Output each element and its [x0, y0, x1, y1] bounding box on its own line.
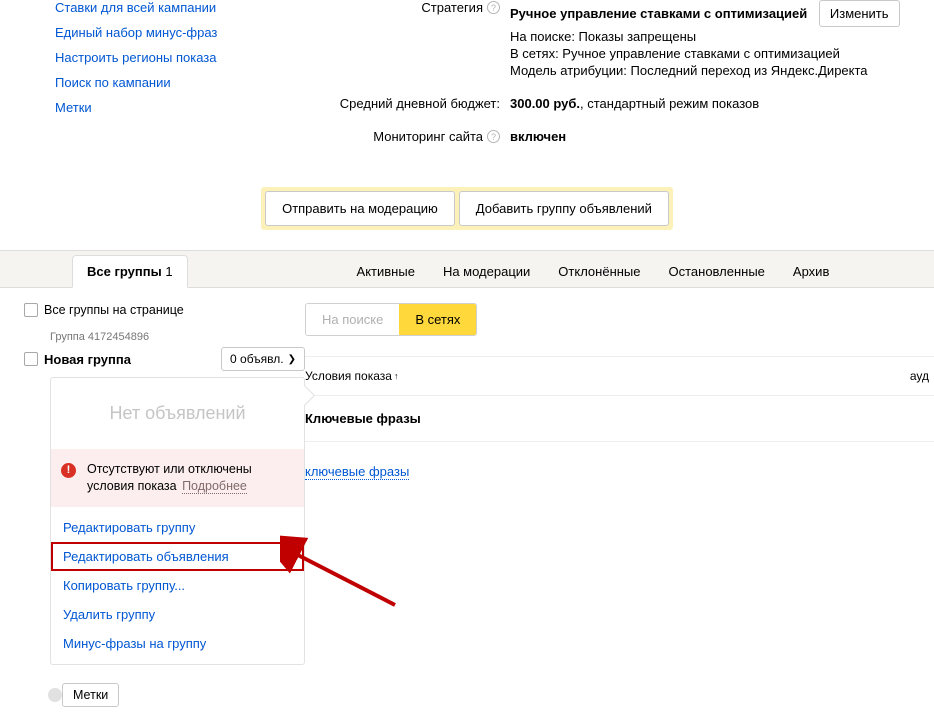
change-strategy-button[interactable]: Изменить	[819, 0, 900, 27]
send-moderation-button[interactable]: Отправить на модерацию	[265, 191, 455, 226]
sidebar-bids[interactable]: Ставки для всей кампании	[55, 0, 216, 15]
tag-icon	[48, 688, 62, 702]
groups-tabbar: Все группы 1 Активные На модерации Откло…	[0, 250, 934, 288]
sidebar-negative-keywords[interactable]: Единый набор минус-фраз	[55, 25, 217, 40]
budget-mode: , стандартный режим показов	[580, 96, 759, 111]
tab-all-groups[interactable]: Все группы 1	[72, 255, 188, 288]
audience-column: ауд	[910, 369, 934, 383]
conditions-title[interactable]: Условия показа	[305, 369, 392, 383]
help-icon[interactable]: ?	[487, 130, 500, 143]
all-groups-label: Все группы на странице	[44, 303, 184, 317]
tab-rejected[interactable]: Отклонённые	[544, 256, 654, 287]
strategy-sub-networks: В сетях: Ручное управление ставками с оп…	[510, 46, 934, 61]
filter-networks[interactable]: В сетях	[399, 304, 476, 335]
no-ads-placeholder: Нет объявлений	[51, 378, 304, 449]
sort-asc-icon: ↑	[394, 371, 399, 381]
sidebar-search[interactable]: Поиск по кампании	[55, 75, 171, 90]
strategy-sub-attribution: Модель атрибуции: Последний переход из Я…	[510, 63, 934, 78]
copy-group-link[interactable]: Копировать группу...	[51, 571, 304, 600]
alert-icon: !	[61, 463, 76, 478]
group-name: Новая группа	[44, 352, 215, 367]
campaign-params: Стратегия ? Ручное управление ставками с…	[335, 0, 934, 162]
group-card: Нет объявлений ! Отсутствуют или отключе…	[50, 377, 305, 665]
sidebar-tags[interactable]: Метки	[55, 100, 92, 115]
chevron-right-icon: ❯	[288, 354, 296, 365]
ads-count-badge[interactable]: 0 объявл.❯	[221, 347, 305, 371]
tags-button[interactable]: Метки	[46, 683, 119, 707]
group-checkbox[interactable]	[24, 352, 38, 366]
budget-value: 300.00 руб.	[510, 96, 580, 111]
tab-archive[interactable]: Архив	[779, 256, 843, 287]
strategy-value: Ручное управление ставками с оптимизацие…	[510, 6, 807, 21]
tab-moderation[interactable]: На модерации	[429, 256, 544, 287]
minus-phrases-link[interactable]: Минус-фразы на группу	[51, 629, 304, 658]
placement-filter: На поиске В сетях	[305, 303, 477, 336]
keywords-link[interactable]: ключевые фразы	[305, 464, 409, 480]
warning-box: ! Отсутствуют или отключены условия пока…	[51, 449, 304, 507]
monitoring-value: включен	[510, 129, 566, 144]
group-actions-menu: Редактировать группу Редактировать объяв…	[51, 507, 304, 664]
delete-group-link[interactable]: Удалить группу	[51, 600, 304, 629]
action-bar: Отправить на модерацию Добавить группу о…	[0, 187, 934, 230]
sidebar-regions[interactable]: Настроить регионы показа	[55, 50, 216, 65]
conditions-header: Условия показа↑ ауд	[305, 356, 934, 396]
keywords-heading: Ключевые фразы	[305, 396, 934, 442]
budget-label: Средний дневной бюджет:	[340, 96, 500, 111]
monitoring-label: Мониторинг сайта	[373, 129, 483, 144]
strategy-sub-search: На поиске: Показы запрещены	[510, 29, 934, 44]
tab-stopped[interactable]: Остановленные	[655, 256, 779, 287]
strategy-label: Стратегия	[421, 0, 483, 15]
tab-active[interactable]: Активные	[343, 256, 429, 287]
edit-ads-link[interactable]: Редактировать объявления	[51, 542, 304, 571]
all-groups-checkbox[interactable]	[24, 303, 38, 317]
filter-search[interactable]: На поиске	[306, 304, 399, 335]
campaign-sidebar: Ставки для всей кампании Единый набор ми…	[55, 0, 335, 162]
group-id: Группа 4172454896	[50, 331, 305, 343]
add-group-button[interactable]: Добавить группу объявлений	[459, 191, 669, 226]
warning-more-link[interactable]: Подробнее	[182, 479, 247, 494]
help-icon[interactable]: ?	[487, 1, 500, 14]
edit-group-link[interactable]: Редактировать группу	[51, 513, 304, 542]
